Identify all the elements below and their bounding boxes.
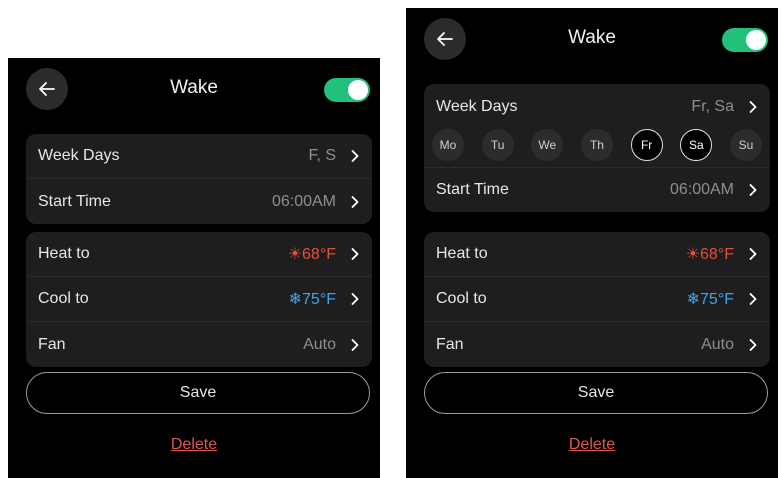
row-value: Fr, Sa	[691, 97, 734, 115]
day-chip-we[interactable]: We	[531, 129, 564, 161]
climate-card: Heat to ☀68°F Cool to ❄75°F Fan Auto	[424, 232, 770, 367]
chevron-right-icon	[748, 100, 758, 113]
chevron-right-icon	[748, 338, 758, 351]
fan-row[interactable]: Fan Auto	[26, 322, 372, 367]
row-value: ❄75°F	[686, 291, 734, 308]
cool-to-row[interactable]: Cool to ❄75°F	[26, 277, 372, 322]
row-label: Cool to	[436, 290, 487, 307]
row-label: Heat to	[436, 245, 488, 262]
chevron-right-icon	[748, 293, 758, 305]
row-label: Start Time	[38, 192, 111, 210]
wake-screen-expanded: Wake Week Days Fr, Sa Mo Tu We Th Fr Sa …	[406, 8, 778, 478]
start-time-row[interactable]: Start Time 06:00AM	[26, 179, 372, 224]
chevron-right-icon	[350, 195, 360, 208]
wake-screen-collapsed: Wake Week Days F, S Start Time 06:00AM H…	[8, 58, 380, 478]
row-label: Week Days	[38, 147, 120, 164]
row-value: ☀68°F	[287, 246, 336, 263]
row-value: ❄75°F	[288, 291, 336, 308]
row-value: F, S	[308, 147, 336, 164]
row-label: Cool to	[38, 290, 89, 307]
row-value: Auto	[303, 335, 336, 353]
row-value: ☀68°F	[685, 246, 734, 263]
week-days-row[interactable]: Week Days Fr, Sa	[424, 84, 770, 129]
climate-card: Heat to ☀68°F Cool to ❄75°F Fan Auto	[26, 232, 372, 367]
heat-to-row[interactable]: Heat to ☀68°F	[26, 232, 372, 277]
chevron-right-icon	[350, 293, 360, 305]
save-button[interactable]: Save	[424, 372, 768, 414]
start-time-row[interactable]: Start Time 06:00AM	[424, 167, 770, 212]
day-chip-su[interactable]: Su	[729, 129, 762, 161]
chevron-right-icon	[350, 248, 360, 260]
sun-icon: ☀	[685, 246, 701, 263]
day-picker: Mo Tu We Th Fr Sa Su	[424, 129, 770, 167]
enable-toggle[interactable]	[722, 28, 768, 52]
chevron-right-icon	[350, 150, 360, 162]
row-label: Heat to	[38, 245, 90, 262]
sun-icon: ☀	[287, 246, 303, 263]
header: Wake	[406, 8, 778, 72]
delete-link[interactable]: Delete	[8, 436, 380, 454]
chevron-right-icon	[748, 248, 758, 260]
cool-to-row[interactable]: Cool to ❄75°F	[424, 277, 770, 322]
delete-link[interactable]: Delete	[406, 436, 778, 454]
toggle-knob	[746, 30, 766, 50]
snowflake-icon: ❄	[686, 291, 701, 308]
row-label: Week Days	[436, 97, 518, 115]
day-chip-th[interactable]: Th	[580, 129, 613, 161]
row-value: Auto	[701, 335, 734, 353]
snowflake-icon: ❄	[288, 291, 303, 308]
row-value: 06:00AM	[271, 192, 336, 210]
fan-row[interactable]: Fan Auto	[424, 322, 770, 367]
week-days-row[interactable]: Week Days F, S	[26, 134, 372, 179]
day-chip-mo[interactable]: Mo	[432, 129, 464, 161]
schedule-card: Week Days Fr, Sa Mo Tu We Th Fr Sa Su St…	[424, 84, 770, 212]
chevron-right-icon	[350, 338, 360, 351]
day-chip-tu[interactable]: Tu	[481, 129, 514, 161]
toggle-knob	[348, 80, 368, 100]
day-chip-fr[interactable]: Fr	[630, 129, 663, 161]
row-label: Start Time	[436, 181, 509, 198]
schedule-card: Week Days F, S Start Time 06:00AM	[26, 134, 372, 224]
header: Wake	[8, 58, 380, 122]
row-label: Fan	[38, 335, 66, 353]
chevron-right-icon	[748, 184, 758, 196]
row-label: Fan	[436, 335, 464, 353]
row-value: 06:00AM	[669, 181, 734, 198]
save-button[interactable]: Save	[26, 372, 370, 414]
heat-to-row[interactable]: Heat to ☀68°F	[424, 232, 770, 277]
enable-toggle[interactable]	[324, 78, 370, 102]
day-chip-sa[interactable]: Sa	[680, 129, 713, 161]
